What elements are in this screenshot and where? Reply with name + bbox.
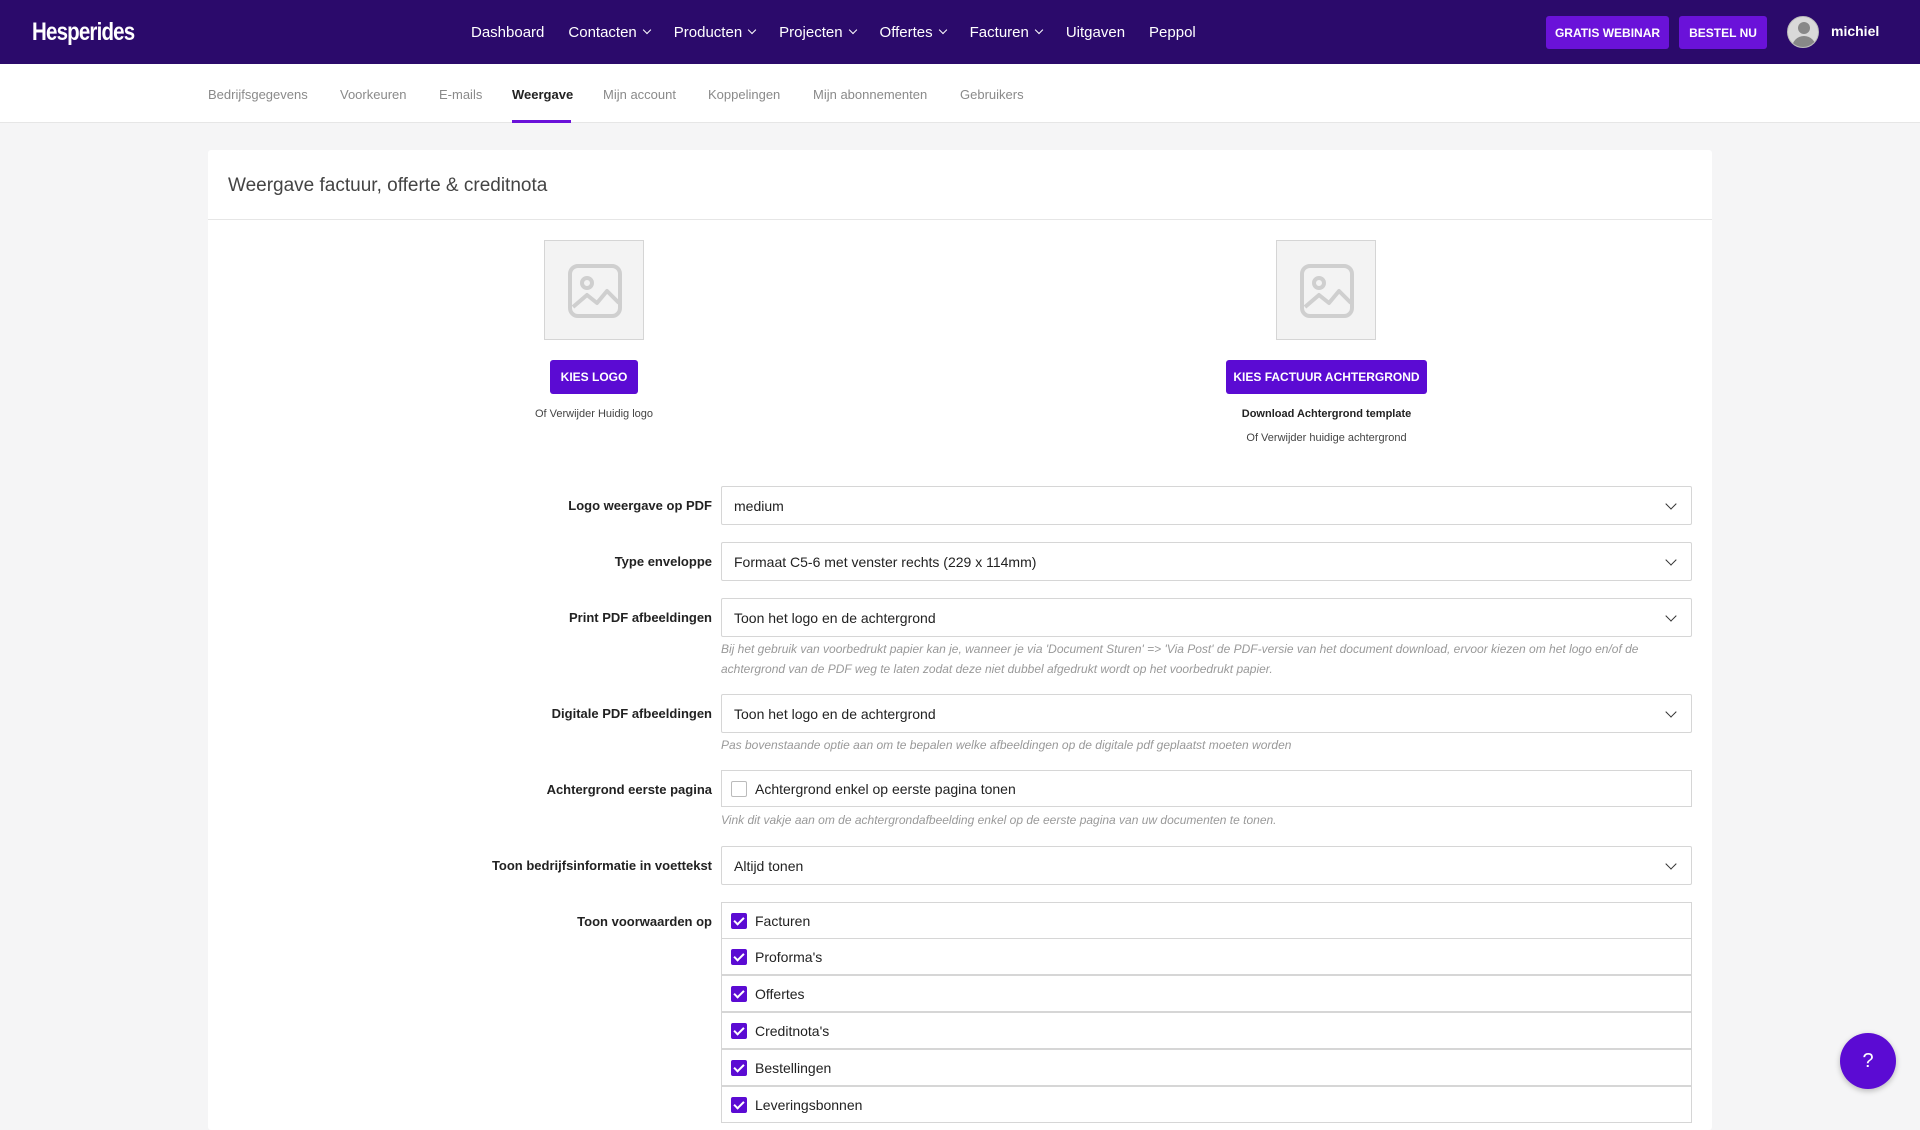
chevron-down-icon <box>848 25 857 35</box>
order-button[interactable]: BESTEL NU <box>1679 16 1767 49</box>
footer-info-select[interactable]: Altijd tonen <box>721 846 1692 885</box>
background-preview <box>1276 240 1376 340</box>
nav-offertes[interactable]: Offertes <box>879 23 947 41</box>
remove-background-link[interactable]: Of Verwijder huidige achtergrond <box>1226 432 1427 444</box>
avatar[interactable] <box>1787 16 1819 48</box>
brand-logo[interactable]: Hesperides <box>32 18 135 47</box>
image-placeholder-icon <box>568 264 622 318</box>
nav-facturen-label: Facturen <box>969 23 1029 41</box>
nav-dashboard[interactable]: Dashboard <box>471 24 544 41</box>
print-pdf-select[interactable]: Toon het logo en de achtergrond <box>721 598 1692 637</box>
first-page-background-checkbox-label: Achtergrond enkel op eerste pagina tonen <box>755 781 1016 797</box>
chevron-down-icon <box>1665 554 1677 566</box>
nav-producten[interactable]: Producten <box>673 23 757 41</box>
username[interactable]: michiel <box>1831 23 1879 39</box>
tab-weergave[interactable]: Weergave <box>512 87 573 102</box>
choose-logo-button[interactable]: KIES LOGO <box>550 360 638 394</box>
logo-display-value: medium <box>734 498 784 514</box>
terms-bestellingen-checkbox[interactable] <box>731 1060 747 1076</box>
terms-option-row[interactable]: Bestellingen <box>721 1049 1692 1086</box>
terms-option-label: Bestellingen <box>755 1060 832 1076</box>
terms-on-label: Toon voorwaarden op <box>577 914 712 929</box>
tab-gebruikers[interactable]: Gebruikers <box>960 87 1024 102</box>
download-background-template-link[interactable]: Download Achtergrond template <box>1226 408 1427 420</box>
nav-uitgaven-label: Uitgaven <box>1065 23 1126 41</box>
print-pdf-value: Toon het logo en de achtergrond <box>734 610 936 626</box>
chevron-down-icon <box>1665 706 1677 718</box>
nav-contacten-label: Contacten <box>568 23 637 41</box>
footer-info-label: Toon bedrijfsinformatie in voettekst <box>491 858 712 873</box>
digital-pdf-help: Pas bovenstaande optie aan om te bepalen… <box>721 738 1292 752</box>
logo-display-label: Logo weergave op PDF <box>568 498 712 513</box>
terms-option-label: Creditnota's <box>755 1023 830 1039</box>
remove-logo-link[interactable]: Of Verwijder Huidig logo <box>508 408 680 420</box>
top-navbar: Hesperides Dashboard Contacten Producten… <box>0 0 1920 64</box>
terms-option-label: Leveringsbonnen <box>755 1097 863 1113</box>
active-tab-indicator <box>512 120 571 123</box>
chevron-down-icon <box>1665 610 1677 622</box>
nav-peppol-label: Peppol <box>1149 23 1196 41</box>
terms-option-row[interactable]: Leveringsbonnen <box>721 1086 1692 1123</box>
tab-mijn-account[interactable]: Mijn account <box>603 87 676 102</box>
webinar-button[interactable]: GRATIS WEBINAR <box>1546 16 1669 49</box>
first-page-background-label: Achtergrond eerste pagina <box>546 782 712 797</box>
terms-option-label: Proforma's <box>755 949 823 965</box>
terms-option-row[interactable]: Facturen <box>721 902 1692 939</box>
nav-contacten[interactable]: Contacten <box>568 23 652 41</box>
footer-info-value: Altijd tonen <box>734 858 804 874</box>
chevron-down-icon <box>938 25 947 35</box>
terms-proformas-checkbox[interactable] <box>731 949 747 965</box>
envelope-label: Type enveloppe <box>614 554 712 569</box>
page-title: Weergave factuur, offerte & creditnota <box>228 175 548 196</box>
nav-projecten[interactable]: Projecten <box>779 23 857 41</box>
nav-facturen[interactable]: Facturen <box>969 23 1044 41</box>
nav-uitgaven[interactable]: Uitgaven <box>1066 24 1125 41</box>
appearance-card: Weergave factuur, offerte & creditnota K… <box>208 150 1712 1130</box>
envelope-select[interactable]: Formaat C5-6 met venster rechts (229 x 1… <box>721 542 1692 581</box>
terms-creditnotas-checkbox[interactable] <box>731 1023 747 1039</box>
tab-koppelingen[interactable]: Koppelingen <box>708 87 780 102</box>
chevron-down-icon <box>642 25 652 35</box>
print-pdf-help: Bij het gebruik van voorbedrukt papier k… <box>721 642 1639 676</box>
terms-option-label: Facturen <box>755 913 811 929</box>
tab-mijn-abonnementen[interactable]: Mijn abonnementen <box>813 87 927 102</box>
nav-dashboard-label: Dashboard <box>471 23 545 41</box>
terms-option-row[interactable]: Proforma's <box>721 938 1692 975</box>
envelope-value: Formaat C5-6 met venster rechts (229 x 1… <box>734 554 1037 570</box>
first-page-background-checkbox[interactable] <box>731 781 747 797</box>
tab-bedrijfsgegevens[interactable]: Bedrijfsgegevens <box>208 87 308 102</box>
nav-producten-label: Producten <box>673 23 743 41</box>
terms-offertes-checkbox[interactable] <box>731 986 747 1002</box>
logo-preview <box>544 240 644 340</box>
print-pdf-label: Print PDF afbeeldingen <box>568 610 712 625</box>
tab-e-mails[interactable]: E-mails <box>439 87 482 102</box>
terms-option-row[interactable]: Creditnota's <box>721 1012 1692 1049</box>
chevron-down-icon <box>747 25 757 35</box>
nav-offertes-label: Offertes <box>879 23 933 41</box>
terms-leveringsbonnen-checkbox[interactable] <box>731 1097 747 1113</box>
chevron-down-icon <box>1665 858 1677 870</box>
choose-background-button[interactable]: KIES FACTUUR ACHTERGROND <box>1226 360 1427 394</box>
terms-facturen-checkbox[interactable] <box>731 913 747 929</box>
nav-projecten-label: Projecten <box>779 23 843 41</box>
main-nav: Dashboard Contacten Producten Projecten … <box>471 0 1220 64</box>
nav-peppol[interactable]: Peppol <box>1149 24 1196 41</box>
help-button[interactable]: ? <box>1840 1033 1896 1089</box>
image-placeholder-icon <box>1300 264 1354 318</box>
chevron-down-icon <box>1034 25 1044 35</box>
tab-voorkeuren[interactable]: Voorkeuren <box>340 87 407 102</box>
logo-display-select[interactable]: medium <box>721 486 1692 525</box>
first-page-background-help: Vink dit vakje aan om de achtergrondafbe… <box>721 813 1277 827</box>
settings-tabs: Bedrijfsgegevens Voorkeuren E-mails Weer… <box>0 64 1920 123</box>
digital-pdf-label: Digitale PDF afbeeldingen <box>551 706 712 721</box>
first-page-background-row[interactable]: Achtergrond enkel op eerste pagina tonen <box>721 770 1692 807</box>
digital-pdf-select[interactable]: Toon het logo en de achtergrond <box>721 694 1692 733</box>
terms-option-label: Offertes <box>755 986 805 1002</box>
chevron-down-icon <box>1665 498 1677 510</box>
terms-option-row[interactable]: Offertes <box>721 975 1692 1012</box>
digital-pdf-value: Toon het logo en de achtergrond <box>734 706 936 722</box>
card-header: Weergave factuur, offerte & creditnota <box>208 150 1712 220</box>
